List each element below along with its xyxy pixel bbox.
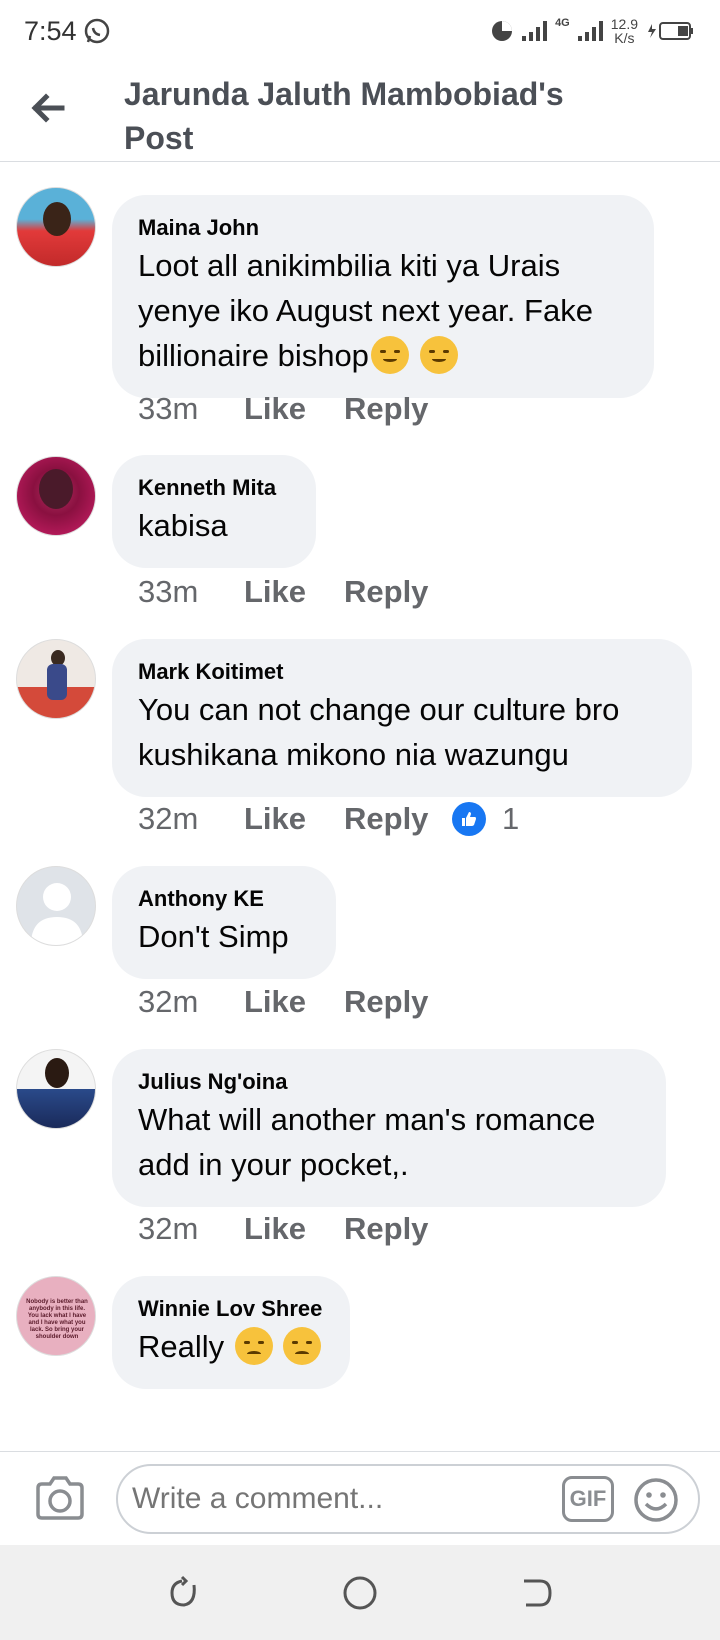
- avatar[interactable]: [16, 187, 96, 267]
- reply-button[interactable]: Reply: [344, 984, 452, 1020]
- avatar[interactable]: [16, 639, 96, 719]
- signal-icon-2: [577, 21, 603, 41]
- frowning-face-icon: [283, 1327, 322, 1365]
- like-button[interactable]: Like: [244, 574, 344, 610]
- pensive-face-icon: [370, 336, 409, 374]
- pensive-face-icon: [419, 336, 458, 374]
- comment-author[interactable]: Kenneth Mita: [138, 473, 290, 503]
- comment-author[interactable]: Winnie Lov Shree: [138, 1294, 324, 1324]
- back-nav-icon[interactable]: [518, 1575, 554, 1611]
- comment-author[interactable]: Mark Koitimet: [138, 657, 666, 687]
- avatar[interactable]: [16, 866, 96, 946]
- page-title: Jarunda Jaluth Mambobiad's Post: [124, 76, 564, 156]
- reaction-count: 1: [502, 801, 520, 836]
- comment-meta: 32m Like Reply: [138, 1211, 452, 1247]
- comment-bubble: Maina John Loot all anikimbilia kiti ya …: [112, 195, 654, 398]
- comment-meta: 33m Like Reply: [138, 391, 452, 427]
- comment-time: 32m: [138, 984, 199, 1019]
- android-nav-bar: [0, 1545, 720, 1640]
- net-speed-value: 12.9: [610, 16, 638, 32]
- recent-apps-icon[interactable]: [166, 1575, 202, 1611]
- comment-bubble: Mark Koitimet You can not change our cul…: [112, 639, 692, 797]
- data-saver-icon: [492, 21, 513, 41]
- comment-meta: 33m Like Reply: [138, 574, 452, 610]
- avatar[interactable]: Nobody is better than anybody in this li…: [16, 1276, 96, 1356]
- comment-bubble: Julius Ng'oina What will another man's r…: [112, 1049, 666, 1207]
- signal-icon: [522, 21, 548, 41]
- comment-bubble: Anthony KE Don't Simp: [112, 866, 336, 979]
- like-reaction-icon: [452, 802, 486, 836]
- reply-button[interactable]: Reply: [344, 801, 452, 837]
- avatar[interactable]: [16, 1049, 96, 1129]
- status-time: 7:54: [24, 15, 77, 46]
- like-button[interactable]: Like: [244, 984, 344, 1020]
- comment-author[interactable]: Anthony KE: [138, 884, 310, 914]
- comment-author[interactable]: Julius Ng'oina: [138, 1067, 640, 1097]
- comment-bubble: Kenneth Mita kabisa: [112, 455, 316, 568]
- avatar[interactable]: [16, 456, 96, 536]
- comment-text: Loot all anikimbilia kiti ya Urais yenye…: [138, 248, 593, 374]
- comment-time: 33m: [138, 391, 199, 426]
- comment-text: Don't Simp: [138, 919, 289, 954]
- comment-text: kabisa: [138, 508, 228, 543]
- status-bar: 7:54 4G 12.9 K/s: [0, 0, 720, 62]
- battery-charging-icon: [648, 22, 693, 40]
- home-icon[interactable]: [342, 1575, 378, 1611]
- emoji-picker-icon[interactable]: [632, 1476, 680, 1524]
- gif-button[interactable]: GIF: [562, 1476, 614, 1522]
- net-speed: 12.9 K/s: [611, 17, 638, 45]
- network-type: 4G: [555, 17, 570, 29]
- comment-composer: GIF: [0, 1451, 720, 1545]
- frowning-face-icon: [234, 1327, 273, 1365]
- reply-button[interactable]: Reply: [344, 1211, 452, 1247]
- camera-icon[interactable]: [34, 1474, 86, 1522]
- comment-text: What will another man's romance add in y…: [138, 1102, 596, 1182]
- whatsapp-icon: [84, 18, 109, 44]
- like-button[interactable]: Like: [244, 391, 344, 427]
- reply-button[interactable]: Reply: [344, 391, 452, 427]
- comment-meta: 32m Like Reply: [138, 984, 452, 1020]
- comments-list: Maina John Loot all anikimbilia kiti ya …: [0, 163, 720, 1450]
- post-header: Jarunda Jaluth Mambobiad's Post: [0, 62, 720, 162]
- comment-time: 33m: [138, 574, 199, 609]
- reaction-summary[interactable]: 1: [452, 801, 519, 837]
- avatar-quote-text: Nobody is better than anybody in this li…: [26, 1299, 88, 1340]
- like-button[interactable]: Like: [244, 801, 344, 837]
- like-button[interactable]: Like: [244, 1211, 344, 1247]
- net-speed-unit: K/s: [614, 30, 635, 46]
- comment-author[interactable]: Maina John: [138, 213, 628, 243]
- comment-meta: 32m Like Reply 1: [138, 801, 519, 837]
- comment-time: 32m: [138, 801, 199, 836]
- default-profile-icon: [31, 883, 83, 945]
- comment-time: 32m: [138, 1211, 199, 1246]
- comment-text: Really: [138, 1324, 324, 1369]
- reply-button[interactable]: Reply: [344, 574, 452, 610]
- comment-text: You can not change our culture bro kushi…: [138, 692, 620, 772]
- arrow-left-icon[interactable]: [26, 86, 70, 130]
- comment-bubble: Winnie Lov Shree Really: [112, 1276, 350, 1389]
